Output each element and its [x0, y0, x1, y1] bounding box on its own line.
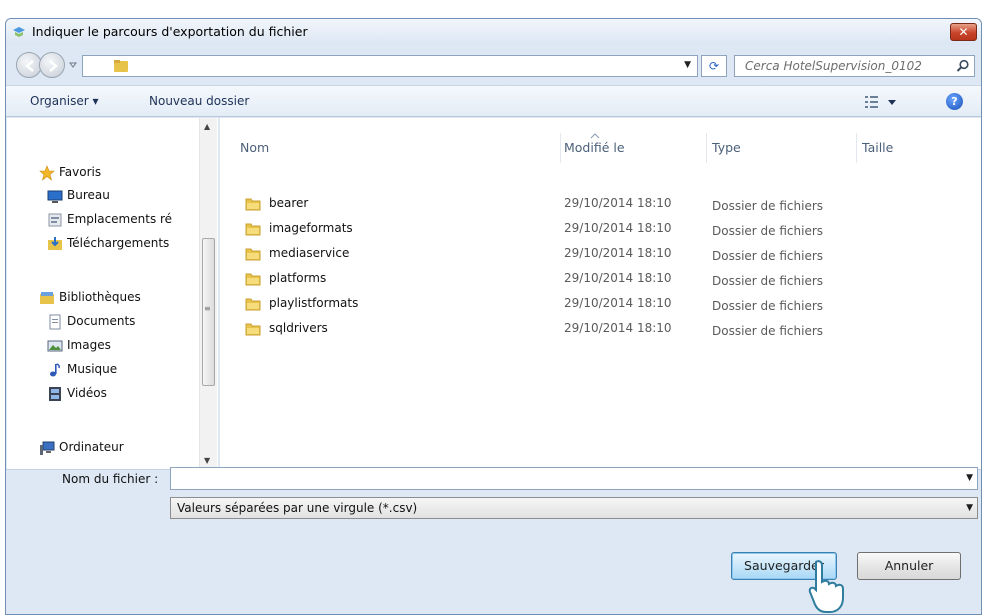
- folder-icon: [114, 60, 128, 72]
- column-divider[interactable]: [856, 133, 857, 163]
- nav-label: Vidéos: [67, 386, 107, 400]
- nav-label: Téléchargements: [67, 236, 170, 250]
- address-bar[interactable]: ▼: [82, 55, 698, 77]
- arrow-right-icon: [49, 60, 58, 72]
- cancel-button[interactable]: Annuler: [857, 552, 961, 580]
- window-title: Indiquer le parcours d'exportation du fi…: [32, 24, 308, 39]
- file-type: Dossier de fichiers: [712, 224, 824, 238]
- search-placeholder: Cerca HotelSupervision_0102: [745, 59, 922, 73]
- desktop-icon: [47, 190, 63, 203]
- new-folder-button[interactable]: Nouveau dossier: [149, 94, 249, 108]
- file-type: Dossier de fichiers: [712, 274, 824, 288]
- column-header-size[interactable]: Taille: [862, 140, 893, 155]
- arrow-left-icon: [25, 60, 34, 72]
- file-type: Dossier de fichiers: [712, 199, 824, 213]
- navigation-scrollbar[interactable]: ▲ ≡ ▼: [199, 118, 217, 469]
- file-type: Dossier de fichiers: [712, 249, 824, 263]
- folder-icon: [245, 323, 261, 336]
- forward-button[interactable]: [39, 52, 65, 78]
- title-bar[interactable]: Indiquer le parcours d'exportation du fi…: [6, 19, 981, 45]
- hand-cursor-icon: [808, 560, 844, 613]
- nav-label: Bureau: [67, 188, 110, 202]
- filetype-select[interactable]: Valeurs séparées par une virgule (*.csv)…: [170, 497, 978, 519]
- file-type: Dossier de fichiers: [712, 299, 824, 313]
- folder-icon: [245, 248, 261, 261]
- address-dropdown-icon[interactable]: ▼: [684, 60, 691, 70]
- save-dialog: Indiquer le parcours d'exportation du fi…: [5, 18, 982, 615]
- refresh-button[interactable]: ⟳: [701, 55, 727, 77]
- file-name: imageformats: [269, 221, 353, 235]
- file-row[interactable]: sqldrivers 29/10/2014 18:10 Dossier de f…: [220, 316, 960, 340]
- column-header-modified[interactable]: Modifié le: [564, 140, 625, 155]
- help-button[interactable]: ?: [946, 93, 963, 110]
- search-icon[interactable]: [956, 59, 970, 73]
- nav-label: Favoris: [59, 165, 102, 179]
- file-name: platforms: [269, 271, 327, 285]
- search-input[interactable]: Cerca HotelSupervision_0102: [734, 55, 975, 77]
- file-type: Dossier de fichiers: [712, 324, 824, 338]
- file-row[interactable]: platforms 29/10/2014 18:10 Dossier de fi…: [220, 266, 960, 290]
- folder-icon: [245, 298, 261, 311]
- nav-label: Emplacements ré: [67, 212, 173, 226]
- sort-ascending-icon: [590, 133, 600, 139]
- filetype-dropdown-icon[interactable]: ▼: [966, 503, 973, 513]
- computer-icon: [40, 441, 55, 455]
- nav-label: Bibliothèques: [59, 290, 141, 304]
- filename-dropdown-icon[interactable]: ▼: [966, 473, 973, 483]
- filetype-value: Valeurs séparées par une virgule (*.csv): [177, 501, 418, 515]
- filename-field[interactable]: ▼: [170, 467, 978, 490]
- file-name: bearer: [269, 196, 309, 210]
- column-divider[interactable]: [560, 133, 561, 163]
- file-row[interactable]: imageformats 29/10/2014 18:10 Dossier de…: [220, 216, 960, 240]
- view-options-icon[interactable]: [864, 95, 900, 109]
- file-row[interactable]: mediaservice 29/10/2014 18:10 Dossier de…: [220, 241, 960, 265]
- close-button[interactable]: ✕: [950, 23, 977, 41]
- videos-icon: [49, 387, 61, 401]
- downloads-icon: [48, 237, 62, 250]
- scroll-down-icon[interactable]: ▼: [204, 456, 210, 465]
- folder-icon: [245, 223, 261, 236]
- toolbar: Organiser ▾ Nouveau dossier ?: [6, 85, 981, 117]
- file-modified: 29/10/2014 18:10: [564, 246, 672, 260]
- recent-places-icon: [48, 213, 62, 227]
- libraries-icon: [40, 292, 54, 304]
- file-row[interactable]: playlistformats 29/10/2014 18:10 Dossier…: [220, 291, 960, 315]
- filename-label: Nom du fichier :: [62, 472, 159, 486]
- file-name: mediaservice: [269, 246, 350, 260]
- column-header-name[interactable]: Nom: [240, 140, 269, 155]
- organize-menu[interactable]: Organiser ▾: [30, 94, 98, 108]
- nav-label: Documents: [67, 314, 136, 328]
- file-modified: 29/10/2014 18:10: [564, 196, 672, 210]
- navigation-pane: Favoris Bureau Emplacements ré Télécharg…: [7, 118, 218, 469]
- file-modified: 29/10/2014 18:10: [564, 296, 672, 310]
- folder-icon: [245, 198, 261, 211]
- images-icon: [47, 340, 63, 352]
- scroll-up-icon[interactable]: ▲: [204, 122, 210, 131]
- file-list: Nom Modifié le Type Taille bearer 29/10/…: [220, 118, 981, 469]
- column-header-type[interactable]: Type: [712, 140, 741, 155]
- music-icon: [50, 363, 60, 377]
- file-name: playlistformats: [269, 296, 359, 310]
- file-row[interactable]: bearer 29/10/2014 18:10 Dossier de fichi…: [220, 191, 960, 215]
- file-name: sqldrivers: [269, 321, 328, 335]
- star-icon: [39, 165, 55, 181]
- documents-icon: [49, 314, 61, 330]
- app-icon: [13, 27, 25, 37]
- nav-label: Musique: [67, 362, 118, 376]
- grip-icon: ≡: [204, 304, 211, 313]
- folder-icon: [245, 273, 261, 286]
- column-divider[interactable]: [706, 133, 707, 163]
- nav-label: Ordinateur: [59, 440, 124, 454]
- refresh-icon: ⟳: [708, 59, 720, 73]
- recent-pages-dropdown-icon[interactable]: [68, 60, 78, 70]
- file-modified: 29/10/2014 18:10: [564, 271, 672, 285]
- nav-label: Images: [67, 338, 111, 352]
- file-modified: 29/10/2014 18:10: [564, 221, 672, 235]
- file-modified: 29/10/2014 18:10: [564, 321, 672, 335]
